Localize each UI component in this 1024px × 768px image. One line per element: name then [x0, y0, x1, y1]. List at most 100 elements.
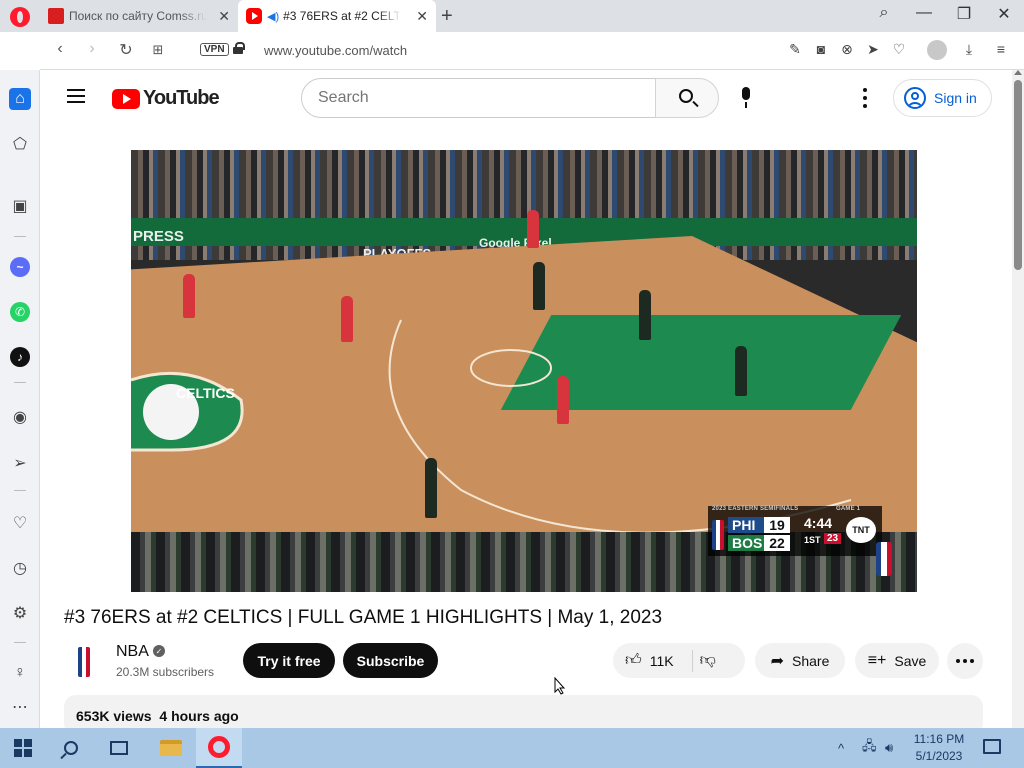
adblock-icon[interactable]: ⊗ — [837, 41, 857, 58]
home-icon[interactable]: ⌂ — [9, 88, 31, 110]
nba-logo-icon — [78, 647, 90, 677]
show-hidden-icons-button[interactable]: ^ — [838, 728, 844, 768]
microphone-icon[interactable] — [739, 87, 753, 109]
hamburger-menu-icon[interactable] — [67, 89, 85, 103]
sidebar-divider — [14, 490, 26, 491]
video-player-figure — [341, 296, 353, 342]
subscriber-count: 20.3M subscribers — [116, 665, 215, 679]
tab-youtube[interactable]: ◀) #3 76ERS at #2 CELTICS ✕ — [238, 0, 436, 32]
search-icon — [679, 89, 693, 103]
nba-logo-icon — [712, 520, 724, 550]
like-count[interactable]: 11K — [650, 653, 674, 669]
easy-setup-icon[interactable]: ≡ — [991, 41, 1011, 57]
pinboard-icon[interactable]: ⬠ — [9, 133, 31, 155]
opera-sidebar: ⌂ ⬠ ▣ ~ ✆ ♪ ◉ ➢ ♡ ◷ ⚙ ♀ ⋯ — [0, 70, 40, 728]
settings-icon[interactable]: ⚙ — [9, 602, 31, 624]
heart-icon[interactable]: ♡ — [889, 41, 909, 58]
svg-text:CELTICS: CELTICS — [176, 385, 235, 401]
like-icon[interactable]: 👍︎ — [625, 651, 642, 670]
video-player[interactable]: PRESS PLAYOFFS Google Pixel CELTICS 2023… — [131, 150, 917, 592]
save-button[interactable]: ≡+ Save — [855, 643, 939, 678]
tab-title: #3 76ERS at #2 CELTICS — [283, 9, 401, 23]
channel-avatar[interactable] — [64, 642, 104, 682]
tab-search-icon[interactable]: ⌕ — [872, 4, 896, 22]
shopping-icon[interactable]: ▣ — [9, 195, 31, 217]
page-scrollbar[interactable] — [1012, 70, 1024, 728]
tiktok-icon[interactable]: ♪ — [9, 346, 31, 368]
edit-icon[interactable]: ✎ — [785, 41, 805, 58]
player-icon[interactable]: ◉ — [9, 406, 31, 428]
audio-playing-icon[interactable]: ◀) — [267, 10, 279, 23]
flow-icon[interactable]: ➢ — [9, 452, 31, 474]
close-window-button[interactable]: ✕ — [992, 4, 1016, 24]
more-actions-button[interactable] — [947, 643, 983, 679]
profile-icon[interactable] — [927, 40, 947, 60]
lock-icon[interactable] — [233, 42, 245, 54]
start-button[interactable] — [0, 728, 46, 768]
sidebar-divider — [14, 382, 26, 383]
windows-taskbar: ^ 🖧︎ 🔊︎ 11:16 PM 5/1/2023 — [0, 728, 1024, 768]
download-icon[interactable]: ⤓ — [959, 41, 979, 58]
subscribe-button[interactable]: Subscribe — [343, 643, 438, 678]
scrollbar-thumb[interactable] — [1014, 80, 1022, 270]
file-explorer-button[interactable] — [148, 728, 194, 768]
url-field[interactable]: www.youtube.com/watch — [264, 43, 407, 58]
like-divider — [692, 650, 693, 672]
task-view-button[interactable] — [96, 728, 142, 768]
windows-logo-icon — [14, 739, 32, 757]
camera-icon[interactable]: ◙ — [811, 41, 831, 57]
scorebug: 2023 EASTERN SEMIFINALS GAME 1 PHI 19 BO… — [708, 506, 882, 556]
volume-icon[interactable]: 🔊︎ — [885, 728, 893, 768]
vpn-badge[interactable]: VPN — [200, 43, 229, 56]
try-it-free-button[interactable]: Try it free — [243, 643, 335, 678]
sidebar-divider — [14, 236, 26, 237]
speed-dial-icon[interactable]: ⊞ — [148, 42, 168, 58]
reload-icon[interactable]: ↻ — [116, 40, 136, 60]
share-button[interactable]: ➦ Share — [755, 643, 845, 678]
opera-menu-icon[interactable] — [10, 7, 30, 27]
view-count: 653K views — [76, 708, 152, 724]
close-tab-icon[interactable]: ✕ — [218, 8, 230, 25]
youtube-logo[interactable]: YouTube — [112, 87, 220, 110]
taskbar-search-button[interactable] — [48, 728, 94, 768]
save-playlist-icon: ≡+ — [867, 651, 887, 669]
tnt-logo: TNT — [846, 517, 876, 543]
like-dislike-group: 👍︎ 11K 👎︎ — [613, 643, 745, 678]
browser-tab-strip: Поиск по сайту Comss.ru ✕ ◀) #3 76ERS at… — [0, 0, 1024, 32]
scorebug-header: 2023 EASTERN SEMIFINALS — [712, 506, 799, 512]
sign-in-button[interactable]: Sign in — [893, 79, 992, 117]
forward-icon[interactable]: › — [82, 40, 102, 58]
youtube-header: YouTube Sign in — [40, 70, 1012, 126]
network-icon[interactable]: 🖧︎ — [862, 728, 877, 768]
search-button[interactable] — [655, 78, 719, 118]
restore-button[interactable]: ❐ — [952, 4, 976, 24]
close-tab-icon[interactable]: ✕ — [416, 8, 428, 25]
address-bar: ‹ › ↻ ⊞ VPN www.youtube.com/watch ✎ ◙ ⊗ … — [40, 32, 1024, 70]
tab-title: Поиск по сайту Comss.ru — [69, 9, 207, 23]
video-player-figure — [527, 210, 539, 248]
send-icon[interactable]: ➤ — [863, 41, 883, 58]
opera-taskbar-button[interactable] — [196, 728, 242, 768]
history-icon[interactable]: ◷ — [9, 557, 31, 579]
whatsapp-icon[interactable]: ✆ — [9, 301, 31, 323]
search-input[interactable] — [318, 89, 638, 107]
save-label: Save — [894, 652, 927, 669]
sidebar-more-icon[interactable]: ⋯ — [9, 696, 31, 718]
settings-kebab-icon[interactable] — [862, 88, 868, 108]
scroll-up-icon[interactable] — [1014, 70, 1022, 75]
bookmarks-icon[interactable]: ♡ — [9, 512, 31, 534]
task-view-icon — [110, 741, 128, 755]
tab-comss[interactable]: Поиск по сайту Comss.ru ✕ — [40, 0, 238, 32]
tips-icon[interactable]: ♀ — [9, 662, 31, 684]
channel-name[interactable]: NBA — [116, 643, 149, 661]
messenger-icon[interactable]: ~ — [9, 256, 31, 278]
scorebug-game: GAME 1 — [836, 506, 861, 512]
back-icon[interactable]: ‹ — [50, 40, 70, 58]
minimize-button[interactable]: — — [912, 4, 936, 22]
team1-abbr: PHI — [728, 517, 764, 533]
new-tab-button[interactable]: + — [441, 5, 453, 28]
video-player-figure — [183, 274, 195, 318]
dislike-icon[interactable]: 👎︎ — [700, 651, 716, 670]
taskbar-clock[interactable]: 11:16 PM 5/1/2023 — [900, 731, 978, 765]
notification-center-icon[interactable] — [983, 739, 1001, 754]
